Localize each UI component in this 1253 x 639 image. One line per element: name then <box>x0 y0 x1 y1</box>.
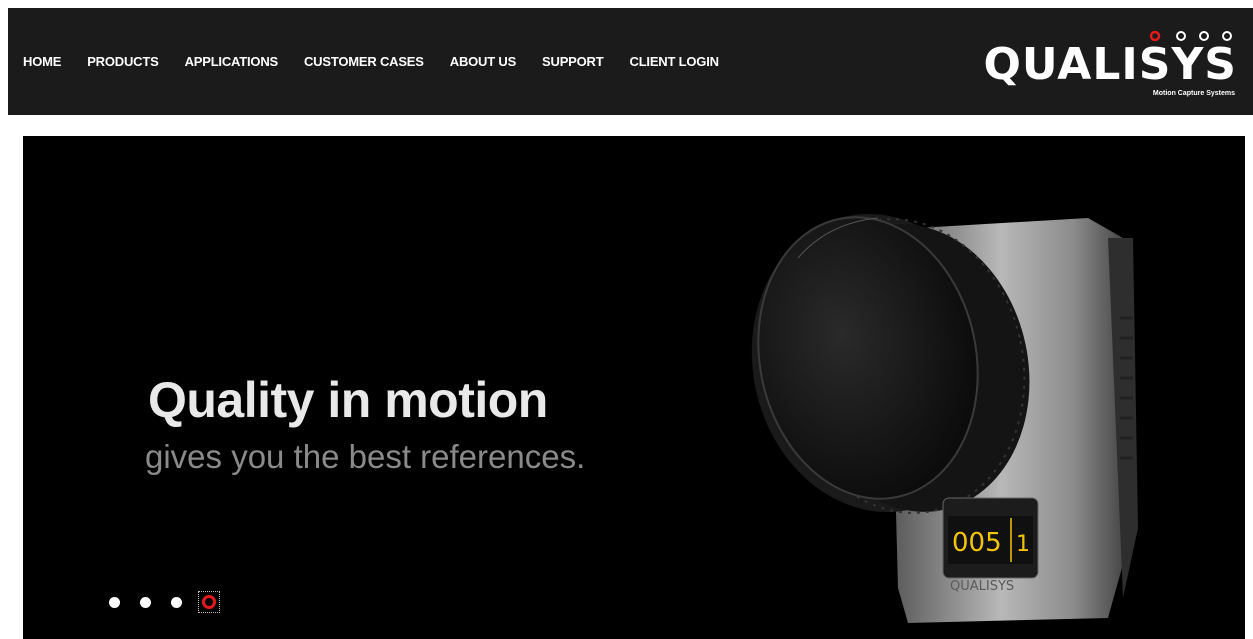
hero-subtitle: gives you the best references. <box>145 438 586 475</box>
slider-pagination <box>109 591 220 613</box>
slide-dot-4-active[interactable] <box>198 591 220 613</box>
logo-tagline: Motion Capture Systems <box>1152 90 1235 97</box>
qualisys-logo[interactable]: QUALISYS Motion Capture Systems <box>984 28 1237 98</box>
nav-client-login[interactable]: CLIENT LOGIN <box>630 54 720 69</box>
nav-about-us[interactable]: ABOUT US <box>450 54 516 69</box>
slide-dot-3[interactable] <box>171 596 182 608</box>
main-nav: HOME PRODUCTS APPLICATIONS CUSTOMER CASE… <box>23 8 745 115</box>
logo-wordmark: QUALISYS <box>983 39 1237 90</box>
camera-image: 005 1 QUALISYS <box>751 213 1138 623</box>
display-value-left: 005 <box>952 528 1002 558</box>
display-value-right: 1 <box>1016 532 1030 557</box>
slide-dot-2[interactable] <box>140 596 151 608</box>
slide-dot-1[interactable] <box>109 596 120 608</box>
nav-products[interactable]: PRODUCTS <box>87 54 159 69</box>
active-dot-icon <box>202 595 216 609</box>
hero-title: Quality in motion <box>148 372 548 428</box>
nav-applications[interactable]: APPLICATIONS <box>185 54 279 69</box>
nav-support[interactable]: SUPPORT <box>542 54 604 69</box>
nav-home[interactable]: HOME <box>23 54 61 69</box>
camera-brand-embossed: QUALISYS <box>950 579 1014 594</box>
nav-customer-cases[interactable]: CUSTOMER CASES <box>304 54 424 69</box>
hero-slider: Quality in motion gives you the best ref… <box>23 136 1245 639</box>
top-navigation-bar: HOME PRODUCTS APPLICATIONS CUSTOMER CASE… <box>8 8 1253 115</box>
